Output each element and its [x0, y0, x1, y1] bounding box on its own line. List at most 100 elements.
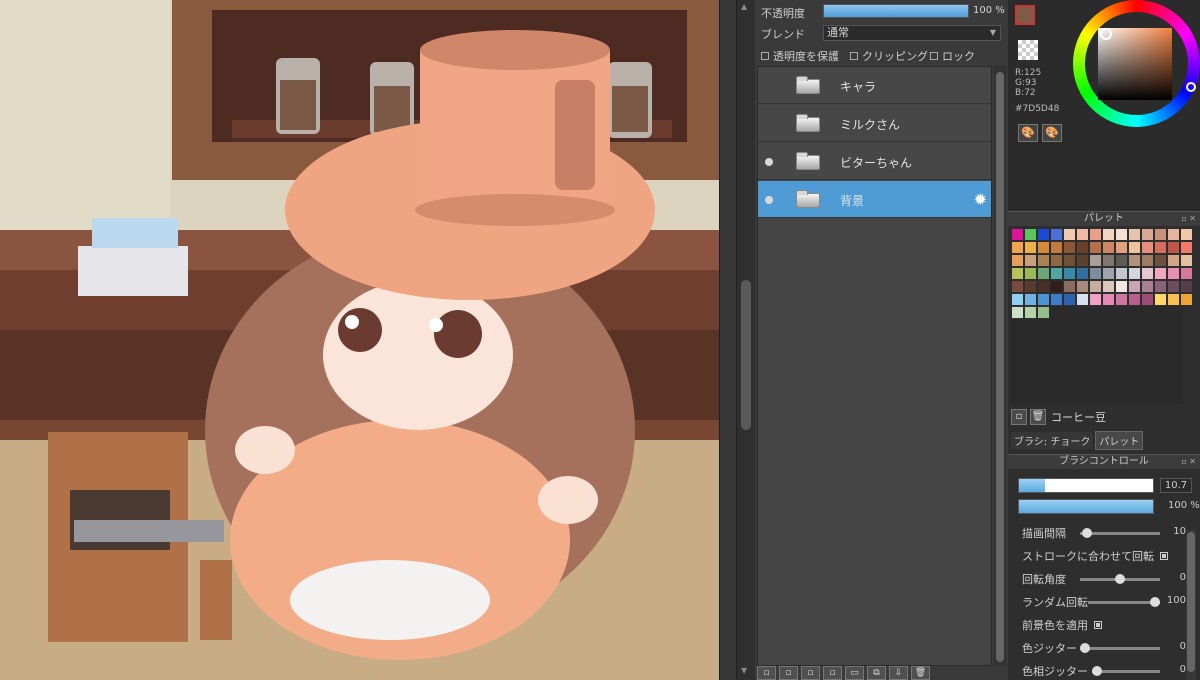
layer-row[interactable]: ミルクさん	[758, 105, 991, 142]
palette-swatch[interactable]	[1037, 228, 1050, 241]
panel-close-icon[interactable]: ▫ ✕	[1181, 212, 1196, 226]
palette-swatch[interactable]	[1180, 228, 1193, 241]
apply-fg-color-checkbox[interactable]	[1094, 621, 1102, 629]
panel-splitter[interactable]	[719, 0, 737, 680]
tab-brush[interactable]: ブラシ: チョーク	[1011, 431, 1094, 449]
canvas-vertical-scrollbar[interactable]: ▲ ▼	[737, 0, 755, 680]
palette-swatch[interactable]	[1063, 267, 1076, 280]
new-folder-icon[interactable]: ▭	[845, 666, 864, 680]
layer-opacity-slider[interactable]	[823, 4, 969, 18]
scrollbar-thumb[interactable]	[1187, 532, 1195, 672]
palette-swatch[interactable]	[1037, 306, 1050, 319]
palette-swatch[interactable]	[1128, 267, 1141, 280]
hue-cursor[interactable]	[1186, 82, 1196, 92]
new-layer-icon[interactable]: ▫	[757, 666, 776, 680]
palette-swatch[interactable]	[1167, 280, 1180, 293]
palette-swatch[interactable]	[1115, 228, 1128, 241]
clipping-checkbox[interactable]: クリッピング	[850, 48, 928, 64]
hue-jitter-knob[interactable]	[1092, 666, 1102, 676]
new-halftone-layer-icon[interactable]: ▫	[823, 666, 842, 680]
palette-swatch[interactable]	[1011, 306, 1024, 319]
palette-swatch[interactable]	[1050, 241, 1063, 254]
palette-swatch[interactable]	[1089, 254, 1102, 267]
scroll-up-arrow-icon[interactable]: ▲	[741, 2, 747, 11]
palette-swatch[interactable]	[1089, 267, 1102, 280]
layer-settings-gear-icon[interactable]: ✹	[974, 190, 987, 209]
rotation-angle-knob[interactable]	[1115, 574, 1125, 584]
palette-swatch[interactable]	[1154, 241, 1167, 254]
palette-swatch[interactable]	[1128, 293, 1141, 306]
merge-down-icon[interactable]: ⇩	[889, 666, 908, 680]
delete-palette-icon[interactable]: 🗑	[1030, 409, 1046, 425]
palette-swatch[interactable]	[1076, 241, 1089, 254]
palette-swatch[interactable]	[1102, 267, 1115, 280]
palette-swatch[interactable]	[1154, 293, 1167, 306]
palette-swatch[interactable]	[1141, 280, 1154, 293]
palette-swatch[interactable]	[1154, 280, 1167, 293]
palette-swatch[interactable]	[1128, 241, 1141, 254]
palette-swatch[interactable]	[1115, 241, 1128, 254]
palette-swatch[interactable]	[1024, 241, 1037, 254]
scroll-down-arrow-icon[interactable]: ▼	[741, 666, 747, 675]
palette-swatch[interactable]	[1011, 228, 1024, 241]
palette-swatch[interactable]	[1024, 267, 1037, 280]
palette-swatch[interactable]	[1141, 267, 1154, 280]
brush-size-value[interactable]: 10.7	[1160, 478, 1192, 493]
palette-swatch[interactable]	[1167, 293, 1180, 306]
palette-swatch[interactable]	[1011, 293, 1024, 306]
palette-swatch[interactable]	[1154, 254, 1167, 267]
tab-palette[interactable]: パレット	[1095, 430, 1144, 450]
palette-swatch[interactable]	[1037, 280, 1050, 293]
palette-swatch[interactable]	[1037, 254, 1050, 267]
hue-wheel[interactable]	[1073, 0, 1200, 127]
layer-row-selected[interactable]: 背景 ✹	[758, 181, 991, 218]
spacing-row[interactable]: 描画間隔 10	[1022, 524, 1186, 542]
apply-fg-color-row[interactable]: 前景色を適用	[1022, 616, 1182, 634]
palette-swatch[interactable]	[1102, 228, 1115, 241]
rotate-with-stroke-row[interactable]: ストロークに合わせて回転	[1022, 547, 1182, 565]
spacing-slider-track[interactable]	[1080, 532, 1160, 535]
brush-opacity-slider[interactable]	[1018, 499, 1154, 514]
palette-swatch[interactable]	[1154, 228, 1167, 241]
rotate-with-stroke-checkbox[interactable]	[1160, 552, 1168, 560]
hue-jitter-row[interactable]: 色相ジッター 0	[1022, 662, 1186, 680]
palette-swatch[interactable]	[1037, 293, 1050, 306]
transparent-color-swatch[interactable]	[1018, 40, 1038, 60]
new-palette-icon[interactable]: ▫	[1011, 409, 1027, 425]
scrollbar-thumb[interactable]	[996, 72, 1004, 662]
palette-swatch[interactable]	[1011, 267, 1024, 280]
palette-swatch[interactable]	[1089, 280, 1102, 293]
palette-swatch[interactable]	[1115, 293, 1128, 306]
color-jitter-track[interactable]	[1080, 647, 1160, 650]
palette-swatch[interactable]	[1011, 254, 1024, 267]
palette-swatch[interactable]	[1180, 254, 1193, 267]
palette-swatch[interactable]	[1024, 293, 1037, 306]
palette-swatch[interactable]	[1076, 280, 1089, 293]
hue-jitter-track[interactable]	[1092, 670, 1160, 673]
new-layer-1bit-icon[interactable]: ▫	[801, 666, 820, 680]
color-jitter-knob[interactable]	[1080, 643, 1090, 653]
palette-swatch[interactable]	[1167, 228, 1180, 241]
layer-row[interactable]: キャラ	[758, 67, 991, 104]
palette-swatch[interactable]	[1024, 254, 1037, 267]
color-jitter-row[interactable]: 色ジッター 0	[1022, 639, 1186, 657]
drawing-canvas[interactable]	[0, 0, 719, 680]
visibility-eye-icon[interactable]	[765, 196, 773, 204]
palette-swatch[interactable]	[1141, 241, 1154, 254]
palette-swatch[interactable]	[1154, 267, 1167, 280]
palette-swatch[interactable]	[1128, 280, 1141, 293]
palette-swatch[interactable]	[1037, 241, 1050, 254]
palette-swatch[interactable]	[1141, 254, 1154, 267]
palette-swatch[interactable]	[1050, 228, 1063, 241]
palette-swatch[interactable]	[1076, 293, 1089, 306]
palette-swatch[interactable]	[1050, 293, 1063, 306]
palette-swatch[interactable]	[1167, 254, 1180, 267]
palette-swatch[interactable]	[1050, 267, 1063, 280]
lock-checkbox[interactable]: ロック	[930, 48, 975, 64]
palette-swatch[interactable]	[1167, 241, 1180, 254]
blend-mode-select[interactable]: 通常 ▼	[823, 25, 1001, 41]
palette-swatch[interactable]	[1115, 254, 1128, 267]
palette-swatch[interactable]	[1076, 267, 1089, 280]
palette-swatch[interactable]	[1024, 228, 1037, 241]
spacing-slider-knob[interactable]	[1082, 528, 1092, 538]
